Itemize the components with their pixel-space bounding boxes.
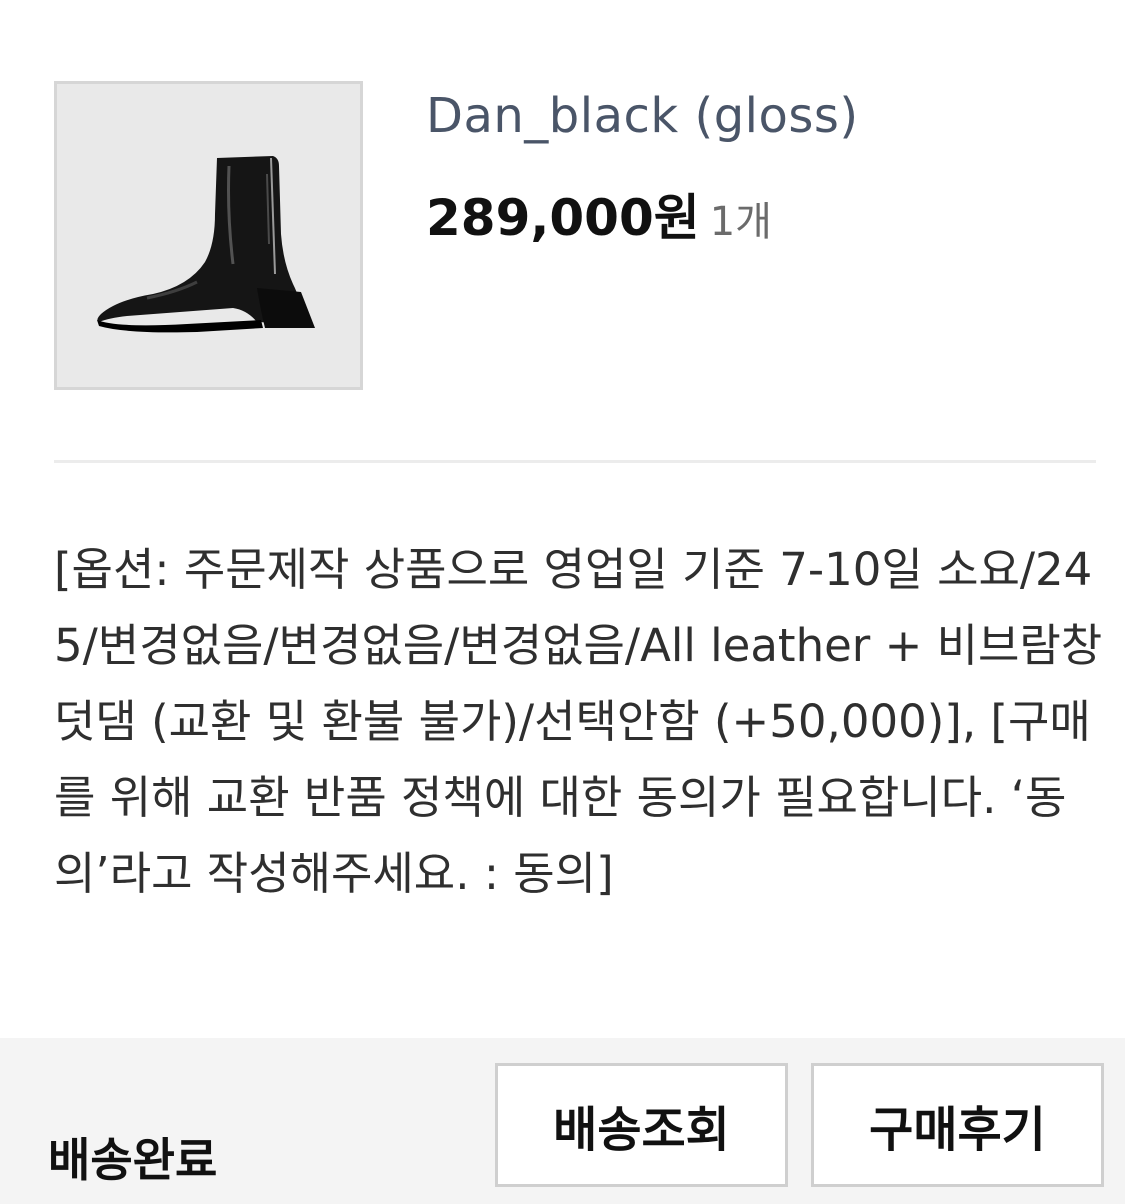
price-line: 289,000원 1개 (426, 193, 772, 243)
product-thumbnail[interactable] (54, 81, 363, 390)
product-quantity: 1개 (709, 199, 772, 245)
write-review-button[interactable]: 구매후기 (811, 1063, 1104, 1187)
track-delivery-button[interactable]: 배송조회 (495, 1063, 788, 1187)
product-price: 289,000원 (426, 189, 700, 247)
order-options-text: [옵션: 주문제작 상품으로 영업일 기준 7-10일 소요/245/변경없음/… (54, 543, 1103, 900)
product-name[interactable]: Dan_black (gloss) (426, 88, 859, 144)
divider (54, 460, 1096, 463)
order-footer: 배송완료 배송조회 구매후기 (0, 1038, 1125, 1204)
ankle-boot-image (97, 156, 315, 333)
delivery-status: 배송완료 (48, 1133, 218, 1187)
